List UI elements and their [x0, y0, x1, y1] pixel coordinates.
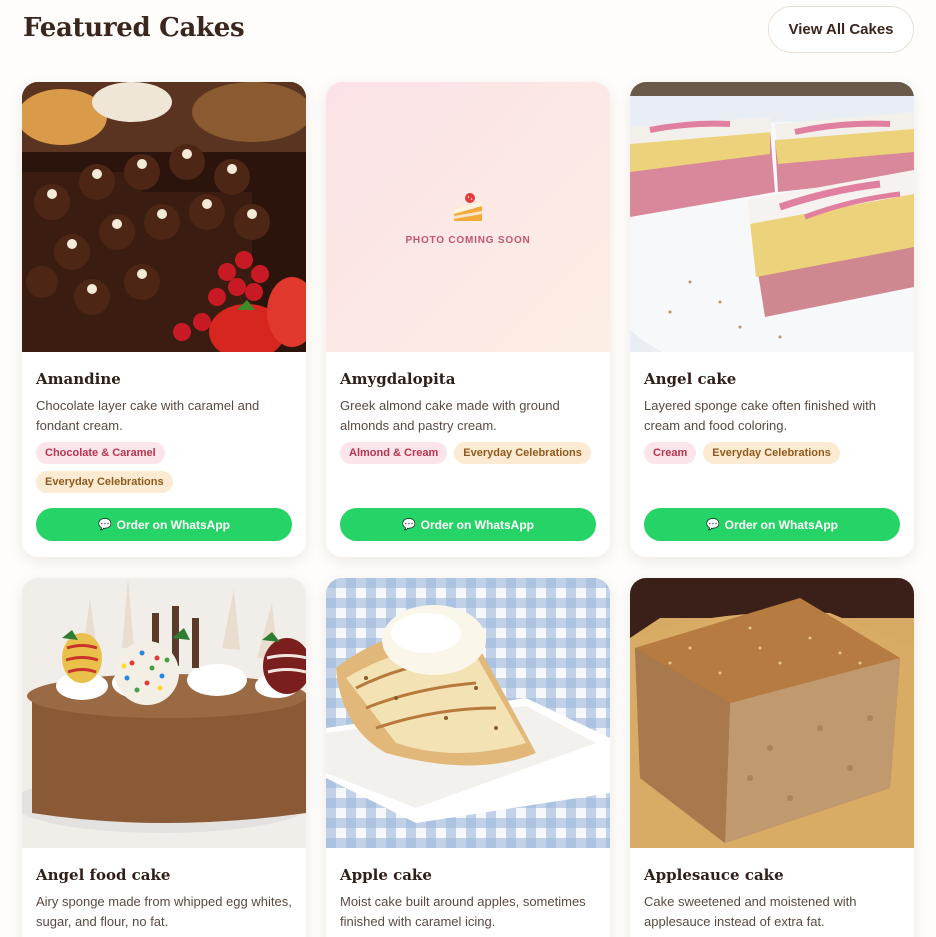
- chat-bubble-icon: 💬: [97, 519, 112, 531]
- cake-slice-icon: [454, 192, 482, 221]
- card-description: Layered sponge cake often finished with …: [644, 398, 876, 433]
- cake-photo[interactable]: [22, 578, 306, 848]
- tag-list: Chocolate & Caramel Everyday Celebration…: [36, 442, 296, 493]
- card-title: Angel food cake: [36, 866, 171, 884]
- order-whatsapp-button[interactable]: 💬 Order on WhatsApp: [36, 508, 292, 541]
- chat-bubble-icon: 💬: [705, 519, 720, 531]
- photo-coming-soon-label: PHOTO COMING SOON: [405, 234, 531, 246]
- tag[interactable]: Everyday Celebrations: [36, 471, 173, 493]
- order-whatsapp-button[interactable]: 💬 Order on WhatsApp: [340, 508, 596, 541]
- card-description: Airy sponge made from whipped egg whites…: [36, 894, 292, 929]
- order-whatsapp-button[interactable]: 💬 Order on WhatsApp: [644, 508, 900, 541]
- card-description: Moist cake built around apples, sometime…: [340, 894, 586, 929]
- cake-card: Angel cake Layered sponge cake often fin…: [630, 82, 914, 557]
- photo-placeholder: PHOTO COMING SOON: [326, 82, 610, 352]
- order-label: Order on WhatsApp: [420, 517, 535, 532]
- card-title: Amandine: [36, 370, 121, 388]
- card-description: Cake sweetened and moistened with apples…: [644, 894, 857, 929]
- cake-photo[interactable]: [22, 82, 306, 352]
- cake-card: Amandine Chocolate layer cake with caram…: [22, 82, 306, 557]
- tag[interactable]: Chocolate & Caramel: [36, 442, 165, 464]
- cake-card: Apple cake Moist cake built around apple…: [326, 578, 610, 937]
- tag[interactable]: Everyday Celebrations: [454, 442, 591, 464]
- tag[interactable]: Everyday Celebrations: [703, 442, 840, 464]
- cake-card: PHOTO COMING SOON Amygdalopita Greek alm…: [326, 82, 610, 557]
- card-description: Greek almond cake made with ground almon…: [340, 398, 560, 433]
- tag[interactable]: Almond & Cream: [340, 442, 448, 464]
- cake-card: Applesauce cake Cake sweetened and moist…: [630, 578, 914, 937]
- tag-list: Almond & Cream Everyday Celebrations: [340, 442, 600, 464]
- cake-photo[interactable]: [630, 82, 914, 352]
- card-description: Chocolate layer cake with caramel and fo…: [36, 398, 260, 433]
- cake-photo[interactable]: [630, 578, 914, 848]
- view-all-cakes-button[interactable]: View All Cakes: [768, 6, 914, 53]
- order-label: Order on WhatsApp: [724, 517, 839, 532]
- tag[interactable]: Cream: [644, 442, 697, 464]
- card-title: Apple cake: [340, 866, 432, 884]
- section-header: Featured Cakes View All Cakes: [23, 0, 914, 62]
- order-label: Order on WhatsApp: [116, 517, 231, 532]
- page-title: Featured Cakes: [23, 13, 245, 43]
- card-title: Angel cake: [644, 370, 737, 388]
- tag-list: Cream Everyday Celebrations: [644, 442, 904, 464]
- card-title: Amygdalopita: [340, 370, 456, 388]
- chat-bubble-icon: 💬: [401, 519, 416, 531]
- cake-photo[interactable]: [326, 578, 610, 848]
- cake-card: Angel food cake Airy sponge made from wh…: [22, 578, 306, 937]
- card-title: Applesauce cake: [644, 866, 784, 884]
